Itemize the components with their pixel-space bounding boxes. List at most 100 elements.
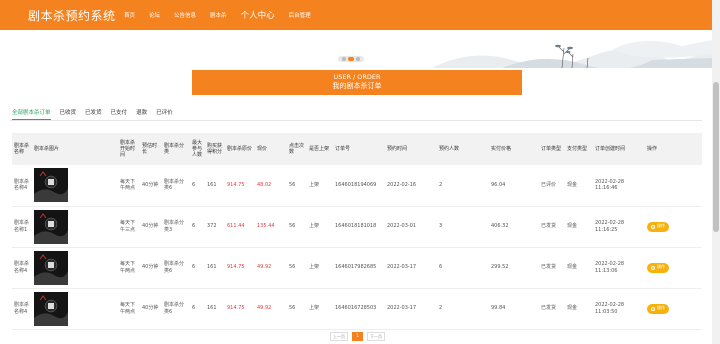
column-header: 剧本杀原价 xyxy=(225,133,255,165)
table-cell: 40分钟 xyxy=(140,165,162,207)
table-cell: 161 xyxy=(205,247,225,289)
tab-shipped[interactable]: 已发货 xyxy=(85,108,102,120)
action-cell: 操作 xyxy=(645,247,702,289)
table-cell: 914.75 xyxy=(225,165,255,207)
page-title-cn: 我的剧本杀订单 xyxy=(332,81,382,90)
table-cell: 2 xyxy=(437,288,489,330)
table-cell: 剧本杀分类6 xyxy=(162,288,190,330)
table-cell: 161 xyxy=(205,165,225,207)
script-thumbnail[interactable] xyxy=(34,209,68,244)
nav-announcements[interactable]: 公告信息 xyxy=(174,11,196,19)
landscape-ink-painting xyxy=(432,40,712,68)
table-cell: 上架 xyxy=(307,206,333,248)
column-header: 剧本杀名称 xyxy=(12,133,32,165)
table-cell: 剧本杀分类6 xyxy=(162,247,190,289)
table-cell: 上架 xyxy=(307,165,333,207)
tab-refund[interactable]: 退款 xyxy=(136,108,147,120)
script-thumbnail-cell xyxy=(32,206,118,248)
table-row[interactable]: 剧本杀名称4 每天下午两点 40分钟 剧本杀分类6 6 161 914.75 49.92 56 上… xyxy=(12,288,702,330)
action-button[interactable]: 操作 xyxy=(647,262,669,273)
table-cell: 6 xyxy=(437,247,489,289)
tab-reviewed[interactable]: 已评价 xyxy=(156,108,173,120)
table-cell: 每天下午两点 xyxy=(118,247,140,289)
table-cell: 56 xyxy=(287,206,307,248)
carousel-dot[interactable] xyxy=(356,57,360,61)
table-row[interactable]: 剧本杀名称4 每天下午两点 40分钟 剧本杀分类6 6 161 914.75 49.92 56 上… xyxy=(12,247,702,289)
table-row[interactable]: 剧本杀名称1 每天下午三点 40分钟 剧本杀分类3 6 372 611.44 135.44 56… xyxy=(12,206,702,248)
table-cell: 914.75 xyxy=(225,247,255,289)
table-cell: 剧本杀名称4 xyxy=(12,247,32,289)
nav-forum[interactable]: 论坛 xyxy=(149,11,160,19)
tab-paid[interactable]: 已支付 xyxy=(111,108,128,120)
table-cell: 299.52 xyxy=(489,247,539,289)
banner-carousel xyxy=(0,30,712,68)
table-cell: 1646018194069 xyxy=(333,165,385,207)
table-cell: 已发货 xyxy=(539,206,565,248)
script-thumbnail[interactable] xyxy=(34,168,68,203)
page-title-en: USER / ORDER xyxy=(333,73,381,81)
script-thumbnail-cell xyxy=(32,247,118,289)
action-icon xyxy=(651,306,655,311)
action-button[interactable]: 操作 xyxy=(647,221,669,232)
table-cell: 406.32 xyxy=(489,206,539,248)
nav-scripts[interactable]: 剧本杀 xyxy=(210,11,227,19)
tab-all-orders[interactable]: 全部剧本杀订单 xyxy=(12,108,51,120)
table-cell: 2022-02-28 11:16:46 xyxy=(593,165,645,207)
table-cell: 372 xyxy=(205,206,225,248)
orders-table-wrapper: 剧本杀名称 剧本杀图片 剧本杀开始时间 预估时长 剧本杀分类 最大参与人数 购买获得积分 剧本… xyxy=(12,133,702,330)
table-cell: 2022-02-28 11:03:50 xyxy=(593,288,645,330)
page-number-current[interactable]: 1 xyxy=(352,332,363,341)
table-header-row: 剧本杀名称 剧本杀图片 剧本杀开始时间 预估时长 剧本杀分类 最大参与人数 购买获得积分 剧本… xyxy=(12,133,702,165)
nav-home[interactable]: 首页 xyxy=(124,11,135,19)
table-cell: 已评价 xyxy=(539,165,565,207)
table-cell: 剧本杀分类6 xyxy=(162,165,190,207)
nav-personal-center[interactable]: 个人中心 xyxy=(241,9,275,21)
column-header: 实付价格 xyxy=(489,133,539,165)
nav-admin[interactable]: 后台管理 xyxy=(289,11,311,19)
orders-table: 剧本杀名称 剧本杀图片 剧本杀开始时间 预估时长 剧本杀分类 最大参与人数 购买获得积分 剧本… xyxy=(12,133,702,330)
table-cell: 1646016728503 xyxy=(333,288,385,330)
table-cell: 剧本杀名称4 xyxy=(12,165,32,207)
pagination: 上一页 1 下一页 xyxy=(330,332,385,341)
script-thumbnail[interactable] xyxy=(34,250,68,285)
site-brand[interactable]: 剧本杀预约系统 xyxy=(28,7,124,24)
table-cell: 99.84 xyxy=(489,288,539,330)
script-cover-image xyxy=(34,168,68,203)
carousel-dot-active[interactable] xyxy=(348,57,354,61)
prev-page-button[interactable]: 上一页 xyxy=(330,332,348,341)
carousel-dot[interactable] xyxy=(342,57,346,61)
table-cell: 现金 xyxy=(565,165,593,207)
table-cell: 上架 xyxy=(307,288,333,330)
tab-divider xyxy=(10,120,702,121)
script-thumbnail-cell xyxy=(32,288,118,330)
table-cell: 剧本杀名称1 xyxy=(12,206,32,248)
carousel-indicators[interactable] xyxy=(338,56,364,62)
column-header: 预估时长 xyxy=(140,133,162,165)
action-cell: 操作 xyxy=(645,206,702,248)
scrollbar-thumb[interactable] xyxy=(713,82,719,232)
table-cell: 1646018181018 xyxy=(333,206,385,248)
table-cell: 现金 xyxy=(565,206,593,248)
table-cell: 49.92 xyxy=(255,247,287,289)
table-body: 剧本杀名称4 每天下午两点 40分钟 剧本杀分类6 6 161 914.75 48.02 56 上… xyxy=(12,165,702,330)
column-header: 购买获得积分 xyxy=(205,133,225,165)
table-cell: 2022-03-17 xyxy=(385,288,437,330)
action-button[interactable]: 操作 xyxy=(647,303,669,314)
table-cell: 56 xyxy=(287,247,307,289)
script-cover-image xyxy=(34,291,68,326)
table-cell: 2022-02-16 xyxy=(385,165,437,207)
table-cell: 2 xyxy=(437,165,489,207)
table-cell: 上架 xyxy=(307,247,333,289)
script-thumbnail[interactable] xyxy=(34,291,68,326)
page-scrollbar[interactable] xyxy=(712,0,720,344)
table-cell: 56 xyxy=(287,288,307,330)
tab-received[interactable]: 已收货 xyxy=(60,108,77,120)
table-row[interactable]: 剧本杀名称4 每天下午两点 40分钟 剧本杀分类6 6 161 914.75 48.02 56 上… xyxy=(12,165,702,207)
table-cell: 3 xyxy=(437,206,489,248)
action-cell: 操作 xyxy=(645,288,702,330)
column-header: 订单创建时间 xyxy=(593,133,645,165)
next-page-button[interactable]: 下一页 xyxy=(367,332,385,341)
table-cell: 611.44 xyxy=(225,206,255,248)
column-header: 是否上架 xyxy=(307,133,333,165)
table-cell: 剧本杀分类3 xyxy=(162,206,190,248)
